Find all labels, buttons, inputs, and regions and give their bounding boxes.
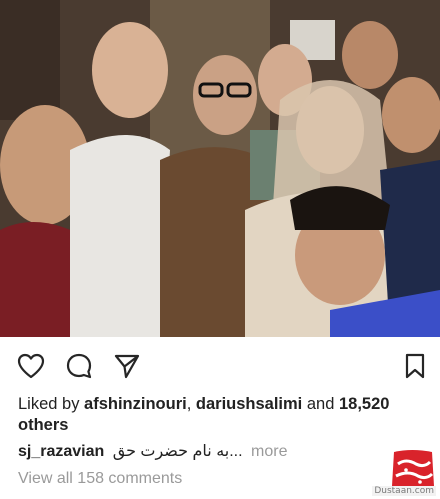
likes-prefix: Liked by: [18, 395, 85, 413]
group-selfie-image: [0, 0, 440, 337]
likes-others[interactable]: others: [18, 416, 68, 434]
caption-more-link[interactable]: more: [251, 443, 287, 460]
post-photo[interactable]: [0, 0, 440, 337]
view-all-comments-link[interactable]: View all 158 comments: [18, 470, 182, 488]
caption-username-link[interactable]: sj_razavian: [18, 443, 104, 460]
likes-middle: and: [302, 395, 339, 413]
post-action-bar: [0, 337, 440, 393]
watermark-url: Dustaan.com: [372, 486, 436, 496]
liked-by-user-link[interactable]: afshinzinouri: [84, 395, 187, 413]
bookmark-icon[interactable]: [400, 351, 430, 381]
heart-icon[interactable]: [16, 351, 46, 381]
post-caption: sj_razavian ...به نام حضرت حق more: [18, 442, 378, 462]
paper-plane-icon[interactable]: [112, 351, 142, 381]
likes-count[interactable]: 18,520: [339, 395, 389, 413]
liked-by-user-link[interactable]: dariushsalimi: [196, 395, 302, 413]
caption-text: ...به نام حضرت حق: [112, 443, 243, 460]
comment-bubble-icon[interactable]: [64, 351, 94, 381]
likes-separator: ,: [186, 395, 196, 413]
likes-summary: Liked by afshinzinouri, dariushsalimi an…: [18, 394, 428, 436]
